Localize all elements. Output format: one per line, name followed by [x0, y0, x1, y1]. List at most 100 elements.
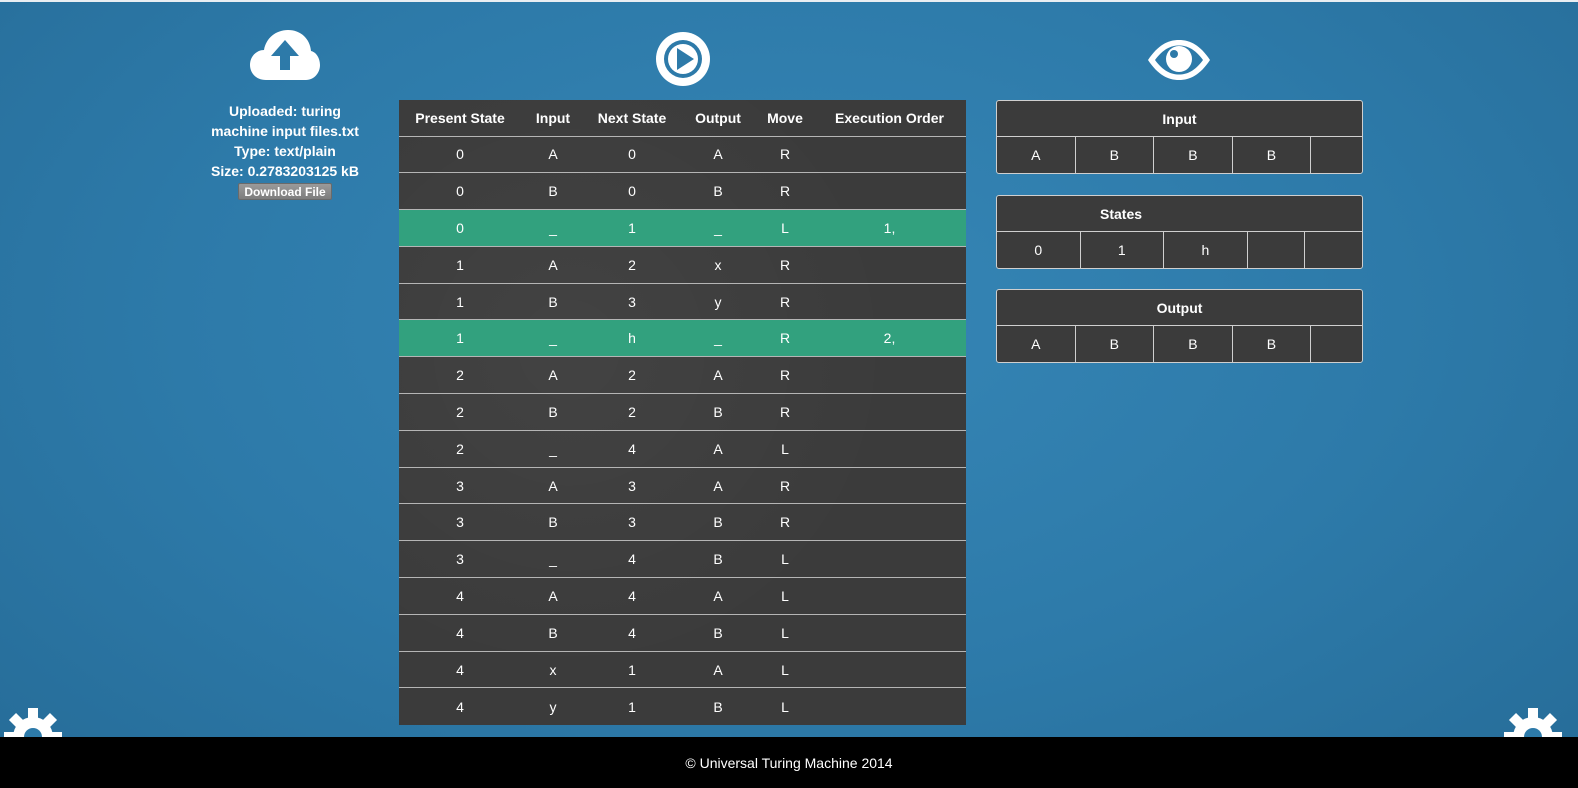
cell-move: R — [757, 246, 813, 284]
cell-output: B — [679, 503, 757, 542]
table-row: 4B4BL — [399, 614, 966, 652]
input-tape-cell: B — [1154, 137, 1233, 173]
cell-present-state: 0 — [399, 172, 521, 211]
cell-present-state: 4 — [399, 577, 521, 615]
eye-icon[interactable] — [1146, 38, 1212, 82]
state-cell — [1305, 232, 1362, 268]
cell-output: B — [679, 540, 757, 579]
table-header-row: Present State Input Next State Output Mo… — [399, 100, 966, 137]
cell-output: _ — [679, 319, 757, 358]
cell-output: A — [679, 356, 757, 395]
states-panel: States 0 1 h — [996, 195, 1363, 269]
cell-present-state: 2 — [399, 430, 521, 468]
cell-output: x — [679, 246, 757, 284]
cell-move: L — [757, 577, 813, 615]
cell-present-state: 4 — [399, 614, 521, 652]
footer: © Universal Turing Machine 2014 — [0, 737, 1578, 788]
cell-execution-order — [813, 540, 966, 579]
state-cell: h — [1164, 232, 1248, 268]
table-row: 2 _ 4 A L — [399, 430, 966, 468]
cell-input: x — [521, 651, 585, 689]
cell-next-state: h — [585, 319, 679, 358]
cell-execution-order — [813, 614, 966, 652]
upload-size: Size: 0.2783203125 kB — [211, 163, 359, 179]
cell-present-state: 2 — [399, 393, 521, 431]
header-execution-order: Execution Order — [813, 100, 966, 137]
cell-present-state: 0 — [399, 209, 521, 247]
cell-input: A — [521, 356, 585, 395]
cell-move: R — [757, 136, 813, 174]
transition-table: Present State Input Next State Output Mo… — [399, 100, 966, 725]
cell-present-state: 3 — [399, 540, 521, 579]
download-file-button[interactable]: Download File — [238, 183, 332, 200]
upload-filename-line2: machine input files.txt — [211, 123, 359, 139]
cell-input: A — [521, 467, 585, 505]
table-row: 0B0BR — [399, 172, 966, 211]
cell-next-state: 3 — [585, 283, 679, 321]
cell-present-state: 1 — [399, 246, 521, 284]
cell-move: L — [757, 651, 813, 689]
header-present-state: Present State — [399, 100, 521, 137]
cell-move: L — [757, 209, 813, 247]
states-row: 0 1 h — [997, 232, 1362, 268]
cell-execution-order — [813, 246, 966, 284]
cell-next-state: 3 — [585, 467, 679, 505]
cell-next-state: 4 — [585, 430, 679, 468]
cell-move: L — [781, 698, 789, 715]
table-row: 3A3AR — [399, 467, 966, 505]
cell-output: A — [679, 651, 757, 689]
cell-output: A — [679, 467, 757, 505]
cell-input: B — [521, 172, 585, 211]
upload-type: Type: text/plain — [234, 143, 336, 159]
table-row: 4x1AL — [399, 651, 966, 689]
cell-present-state: 1 — [399, 283, 521, 321]
cell-move: R — [757, 503, 813, 542]
cell-input: A — [521, 136, 585, 174]
cell-next-state: 2 — [585, 356, 679, 395]
cell-input: _ — [521, 209, 585, 247]
table-row: 4A4AL — [399, 577, 966, 615]
cell-input: B — [521, 503, 585, 542]
cell-move: R — [757, 319, 813, 358]
cell-execution-order — [813, 172, 966, 211]
cell-execution-order — [813, 430, 966, 468]
cell-output: y — [679, 283, 757, 321]
cell-execution-order — [813, 136, 966, 174]
cell-execution-order — [813, 467, 966, 505]
table-row: 1A2xR — [399, 246, 966, 284]
upload-filename-line1: Uploaded: turing — [229, 103, 341, 119]
cloud-upload-icon[interactable] — [250, 28, 320, 82]
cell-input: A — [521, 246, 585, 284]
cell-execution-order — [813, 688, 966, 725]
cell-output: B — [679, 393, 757, 431]
cell-next-state: 1 — [628, 698, 636, 715]
cell-output: A — [679, 430, 757, 468]
cell-execution-order — [813, 577, 966, 615]
input-tape-title: Input — [997, 101, 1362, 137]
cell-move: R — [757, 283, 813, 321]
cell-input: _ — [521, 430, 585, 468]
cell-execution-order: 1, — [813, 209, 966, 247]
cell-move: L — [757, 614, 813, 652]
cell-move: L — [757, 540, 813, 579]
cell-present-state: 3 — [399, 467, 521, 505]
table-row: 4 y 1 B L — [399, 688, 966, 725]
cell-next-state: 2 — [585, 246, 679, 284]
table-row: 0A0AR — [399, 136, 966, 174]
table-row: 2B2BR — [399, 393, 966, 431]
input-tape-cell — [1311, 137, 1362, 173]
input-tape-cell: B — [1233, 137, 1312, 173]
table-row-executed: 1 _ h _ R 2, — [399, 319, 966, 358]
cell-present-state: 4 — [399, 651, 521, 689]
output-tape-row: A B B B — [997, 326, 1362, 362]
cell-next-state: 1 — [585, 651, 679, 689]
output-tape-cell — [1311, 326, 1362, 362]
cell-execution-order — [813, 393, 966, 431]
cell-next-state: 4 — [585, 577, 679, 615]
output-tape-panel: Output A B B B — [996, 289, 1363, 363]
top-border — [0, 0, 1578, 2]
play-icon[interactable] — [655, 31, 711, 87]
footer-copyright: © Universal Turing Machine 2014 — [685, 755, 893, 771]
cell-present-state: 1 — [399, 319, 521, 358]
cell-input: y — [549, 698, 557, 715]
